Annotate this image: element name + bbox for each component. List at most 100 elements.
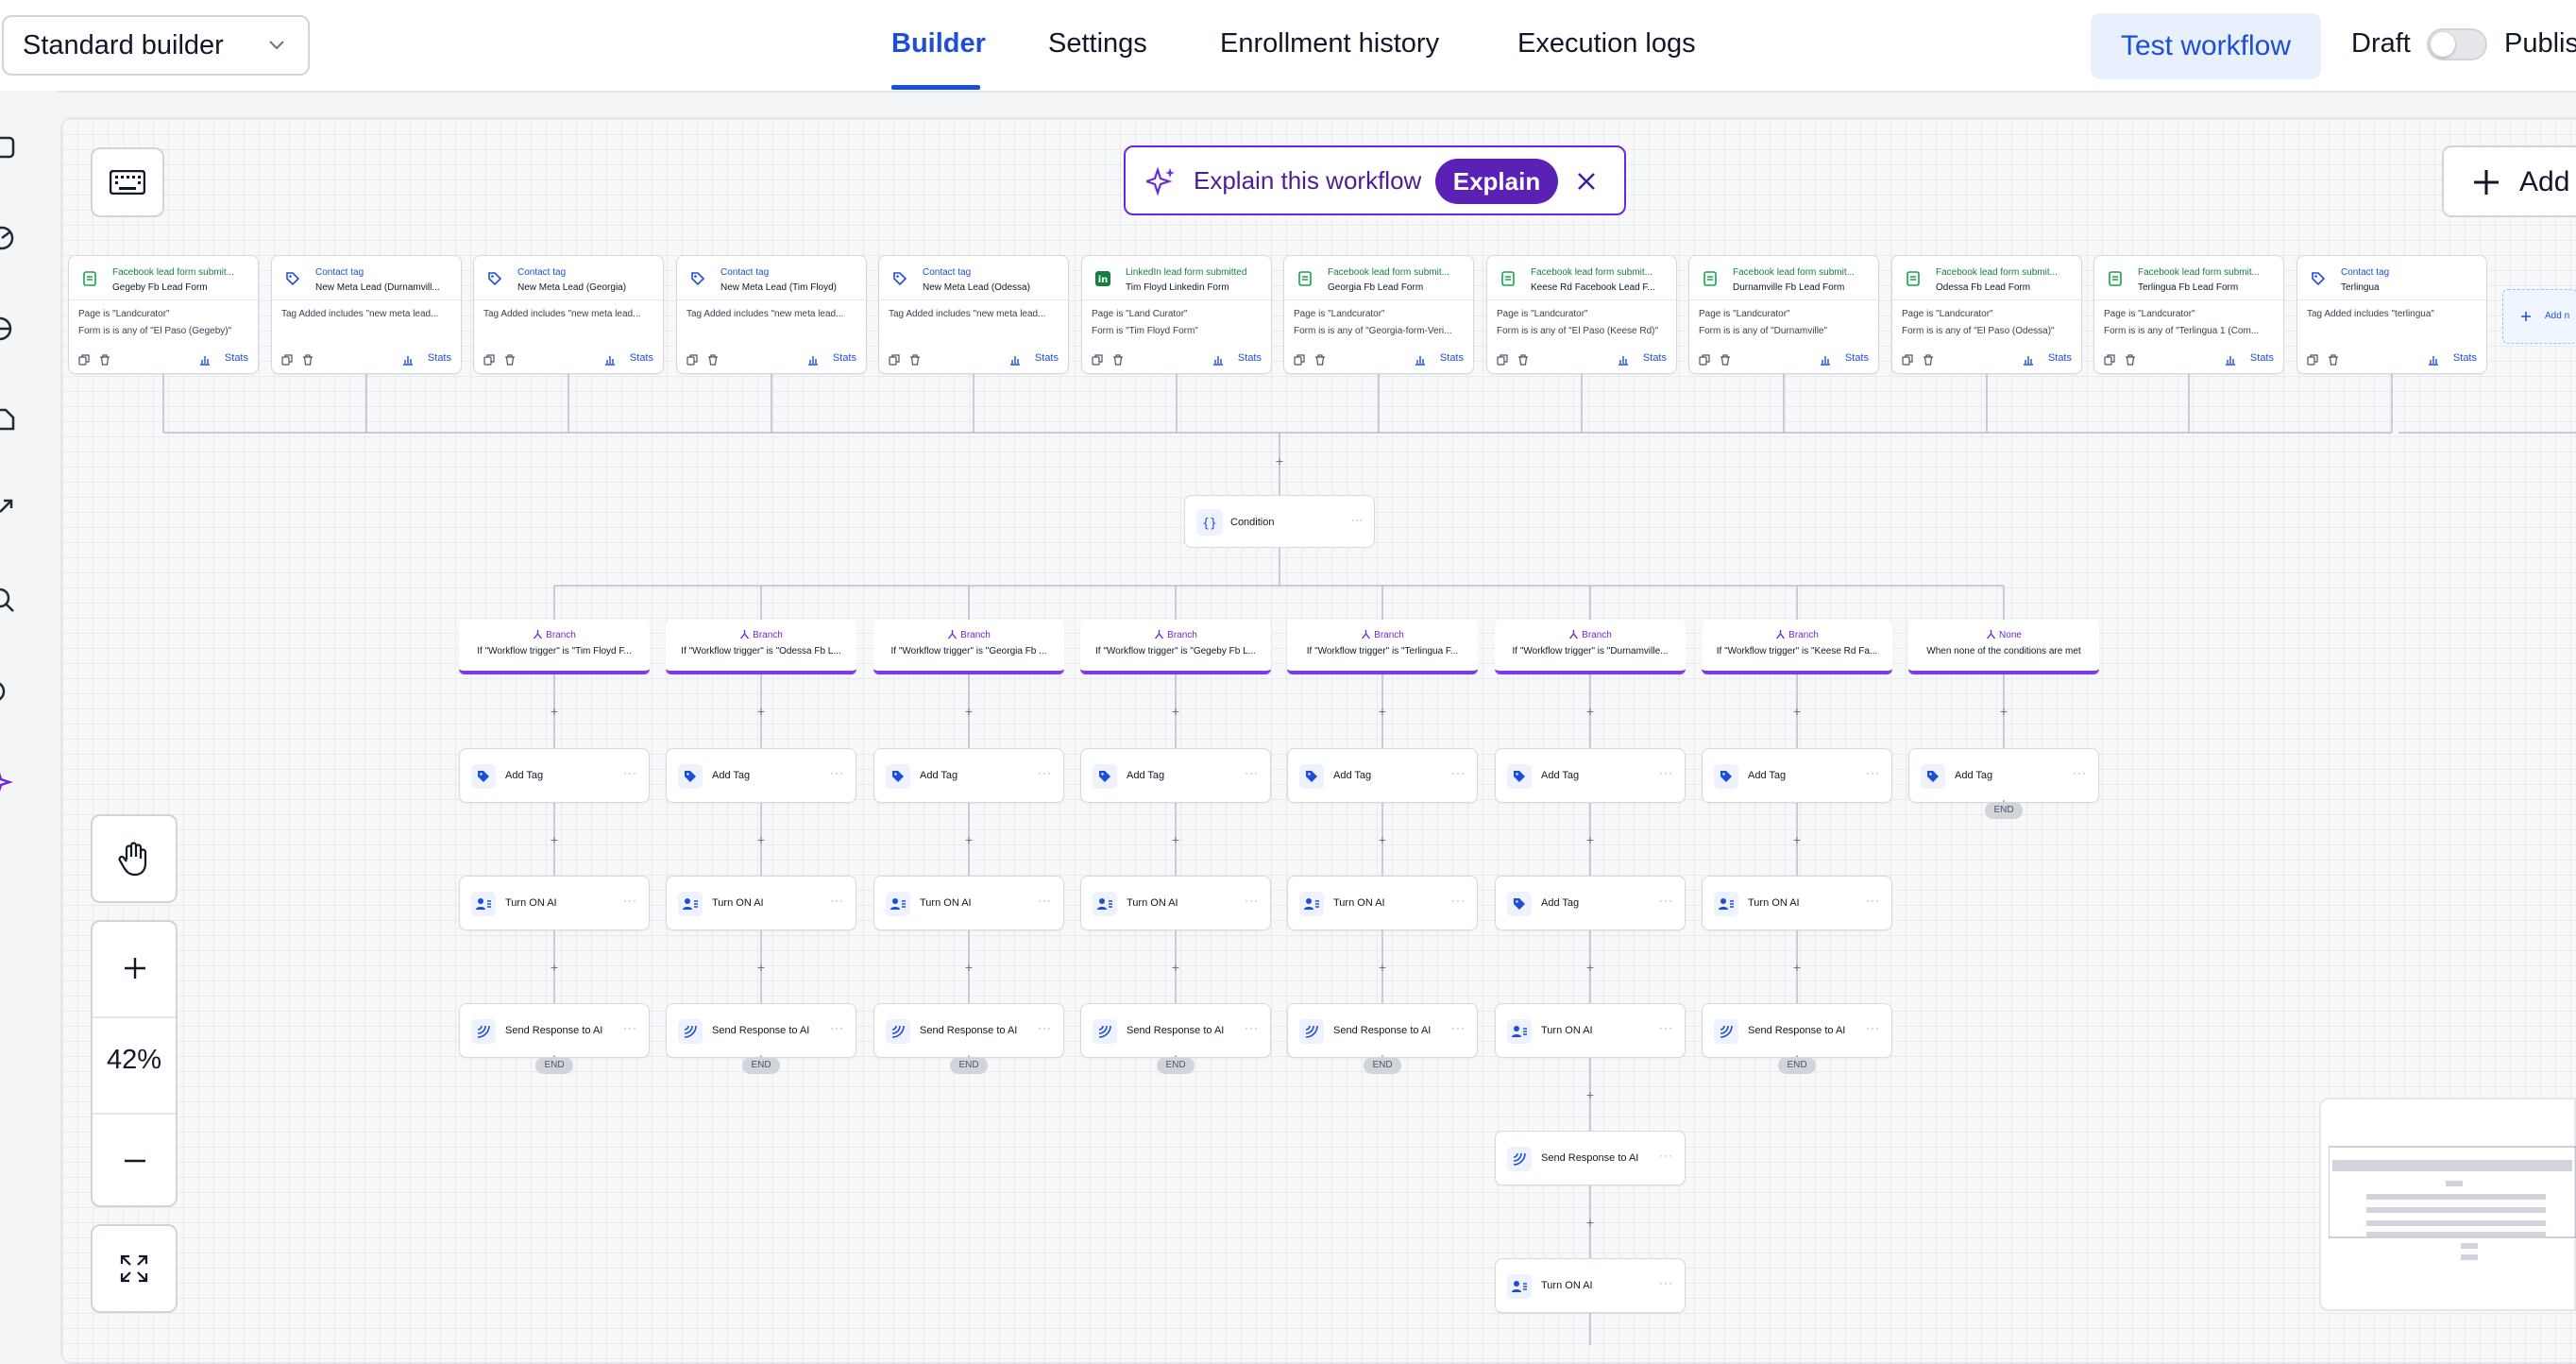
more-options-icon[interactable]: ··· bbox=[830, 766, 844, 779]
add-step-plus-icon[interactable]: + bbox=[548, 705, 561, 718]
more-options-icon[interactable]: ··· bbox=[1659, 1021, 1673, 1034]
more-options-icon[interactable]: ··· bbox=[1451, 894, 1466, 907]
copy-icon[interactable] bbox=[1699, 354, 1710, 366]
more-options-icon[interactable]: ··· bbox=[1866, 766, 1880, 779]
action-node-add-tag[interactable]: Add Tag ··· bbox=[459, 748, 650, 803]
action-node-add-tag[interactable]: Add Tag ··· bbox=[1287, 748, 1478, 803]
trigger-card[interactable]: Facebook lead form submit... Odessa Fb Le… bbox=[1891, 255, 2082, 374]
zoom-out-icon[interactable] bbox=[123, 1149, 147, 1173]
none-branch-node[interactable]: None When none of the conditions are met bbox=[1908, 620, 2099, 674]
add-step-plus-icon[interactable]: + bbox=[754, 833, 768, 846]
branch-node[interactable]: Branch If "Workflow trigger" is "Odessa F… bbox=[666, 620, 856, 674]
stats-link[interactable]: Stats bbox=[225, 352, 248, 364]
stats-link[interactable]: Stats bbox=[1035, 352, 1059, 364]
more-options-icon[interactable]: ··· bbox=[1451, 766, 1466, 779]
trash-icon[interactable] bbox=[504, 354, 516, 366]
action-node-turn-on-ai[interactable]: Turn ON AI ··· bbox=[1495, 1258, 1686, 1313]
action-node-turn-on-ai[interactable]: Turn ON AI ··· bbox=[1080, 876, 1271, 930]
stats-link[interactable]: Stats bbox=[2250, 352, 2274, 364]
trash-icon[interactable] bbox=[1720, 354, 1731, 366]
trigger-card[interactable]: Facebook lead form submit... Georgia Fb L… bbox=[1283, 255, 1474, 374]
stats-link[interactable]: Stats bbox=[1845, 352, 1869, 364]
trash-icon[interactable] bbox=[2328, 354, 2339, 366]
branch-node[interactable]: Branch If "Workflow trigger" is "Georgia … bbox=[873, 620, 1064, 674]
more-options-icon[interactable]: ··· bbox=[1659, 894, 1673, 907]
branch-node[interactable]: Branch If "Workflow trigger" is "Durnamvi… bbox=[1495, 620, 1686, 674]
add-step-plus-icon[interactable]: + bbox=[962, 961, 975, 974]
add-step-plus-icon[interactable]: + bbox=[548, 961, 561, 974]
close-icon[interactable] bbox=[1575, 170, 1598, 193]
more-options-icon[interactable]: ··· bbox=[1038, 766, 1052, 779]
trigger-card[interactable]: Facebook lead form submit... Keese Rd Fac… bbox=[1486, 255, 1677, 374]
keyboard-shortcuts-button[interactable] bbox=[91, 147, 164, 217]
stats-link[interactable]: Stats bbox=[833, 352, 856, 364]
more-options-icon[interactable]: ··· bbox=[1245, 1021, 1259, 1034]
add-step-plus-icon[interactable]: + bbox=[1376, 833, 1389, 846]
action-node-add-tag[interactable]: Add Tag ··· bbox=[1495, 876, 1686, 930]
copy-icon[interactable] bbox=[78, 354, 90, 366]
trash-icon[interactable] bbox=[1517, 354, 1529, 366]
condition-node[interactable]: {} Condition ··· bbox=[1184, 495, 1375, 548]
add-step-plus-icon[interactable]: + bbox=[1997, 705, 2010, 718]
more-options-icon[interactable]: ··· bbox=[1245, 894, 1259, 907]
more-options-icon[interactable]: ··· bbox=[1866, 1021, 1880, 1034]
add-step-plus-icon[interactable]: + bbox=[1790, 705, 1804, 718]
stats-link[interactable]: Stats bbox=[428, 352, 451, 364]
more-options-icon[interactable]: ··· bbox=[830, 1021, 844, 1034]
more-options-icon[interactable]: ··· bbox=[623, 766, 637, 779]
trash-icon[interactable] bbox=[99, 354, 110, 366]
add-step-plus-icon[interactable]: + bbox=[754, 705, 768, 718]
add-step-plus-icon[interactable]: + bbox=[1584, 961, 1597, 974]
copy-icon[interactable] bbox=[1497, 354, 1508, 366]
copy-icon[interactable] bbox=[1294, 354, 1305, 366]
add-step-plus-icon[interactable]: + bbox=[1273, 454, 1286, 468]
pan-mode-button[interactable] bbox=[91, 814, 178, 903]
copy-icon[interactable] bbox=[2307, 354, 2318, 366]
trash-icon[interactable] bbox=[1314, 354, 1326, 366]
copy-icon[interactable] bbox=[686, 354, 698, 366]
more-options-icon[interactable]: ··· bbox=[1659, 766, 1673, 779]
add-step-plus-icon[interactable]: + bbox=[1376, 705, 1389, 718]
trash-icon[interactable] bbox=[2125, 354, 2136, 366]
more-options-icon[interactable]: ··· bbox=[1866, 894, 1880, 907]
trigger-card[interactable]: Facebook lead form submit... Terlingua Fb… bbox=[2093, 255, 2284, 374]
trigger-card[interactable]: in LinkedIn lead form submitted Tim Floyd … bbox=[1081, 255, 1272, 374]
copy-icon[interactable] bbox=[1902, 354, 1913, 366]
trigger-card[interactable]: Facebook lead form submit... Durnamville … bbox=[1688, 255, 1879, 374]
copy-icon[interactable] bbox=[281, 354, 293, 366]
more-options-icon[interactable]: ··· bbox=[623, 1021, 637, 1034]
trash-icon[interactable] bbox=[707, 354, 719, 366]
copy-icon[interactable] bbox=[889, 354, 900, 366]
action-node-add-tag[interactable]: Add Tag ··· bbox=[1702, 748, 1892, 803]
add-step-plus-icon[interactable]: + bbox=[1584, 1088, 1597, 1101]
branch-node[interactable]: Branch If "Workflow trigger" is "Gegeby F… bbox=[1080, 620, 1271, 674]
action-node-add-tag[interactable]: Add Tag ··· bbox=[873, 748, 1064, 803]
add-step-plus-icon[interactable]: + bbox=[1376, 961, 1389, 974]
trash-icon[interactable] bbox=[909, 354, 921, 366]
action-node-turn-on-ai[interactable]: Turn ON AI ··· bbox=[666, 876, 856, 930]
trigger-card[interactable]: Contact tag New Meta Lead (Odessa) Tag Add… bbox=[878, 255, 1069, 374]
stats-link[interactable]: Stats bbox=[2453, 352, 2477, 364]
action-node-turn-on-ai[interactable]: Turn ON AI ··· bbox=[873, 876, 1064, 930]
add-step-plus-icon[interactable]: + bbox=[962, 833, 975, 846]
add-step-plus-icon[interactable]: + bbox=[1584, 1216, 1597, 1229]
trigger-card[interactable]: Contact tag Terlingua Tag Added includes "… bbox=[2296, 255, 2487, 374]
add-step-plus-icon[interactable]: + bbox=[1169, 705, 1182, 718]
fit-view-button[interactable] bbox=[91, 1224, 178, 1313]
trigger-card[interactable]: Contact tag New Meta Lead (Tim Floyd) Tag … bbox=[676, 255, 867, 374]
copy-icon[interactable] bbox=[483, 354, 495, 366]
add-step-plus-icon[interactable]: + bbox=[1169, 961, 1182, 974]
more-options-icon[interactable]: ··· bbox=[1038, 894, 1052, 907]
more-options-icon[interactable]: ··· bbox=[2073, 766, 2087, 779]
action-node-send-response-to-ai[interactable]: Send Response to AI ··· bbox=[1495, 1131, 1686, 1185]
more-options-icon[interactable]: ··· bbox=[1659, 1149, 1673, 1162]
add-step-plus-icon[interactable]: + bbox=[1584, 833, 1597, 846]
trash-icon[interactable] bbox=[302, 354, 314, 366]
action-node-turn-on-ai[interactable]: Turn ON AI ··· bbox=[1702, 876, 1892, 930]
more-options-icon[interactable]: ··· bbox=[1451, 1021, 1466, 1034]
action-node-turn-on-ai[interactable]: Turn ON AI ··· bbox=[1287, 876, 1478, 930]
action-node-add-tag[interactable]: Add Tag ··· bbox=[1080, 748, 1271, 803]
add-step-plus-icon[interactable]: + bbox=[548, 833, 561, 846]
add-button[interactable]: Add bbox=[2442, 145, 2576, 217]
stats-link[interactable]: Stats bbox=[1643, 352, 1667, 364]
